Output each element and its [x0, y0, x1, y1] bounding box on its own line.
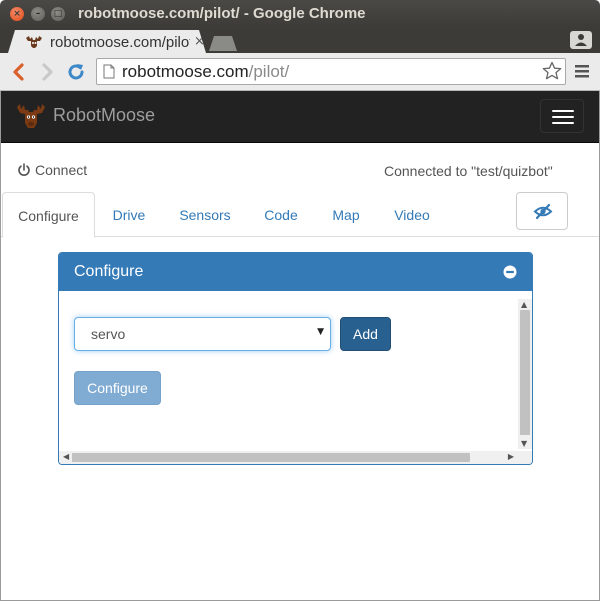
chevron-down-icon: ▼: [317, 327, 324, 337]
tab-code[interactable]: Code: [250, 192, 312, 237]
person-icon: [575, 34, 587, 46]
power-icon: [18, 163, 30, 176]
configure-button[interactable]: Configure: [74, 371, 161, 405]
panel-heading: Configure: [59, 253, 532, 291]
tab-video[interactable]: Video: [380, 192, 444, 237]
back-arrow-icon[interactable]: [8, 61, 30, 83]
url-host: robotmoose.com: [122, 62, 249, 81]
panel-body: servo ▼ Add Configure ▲ ▼ ◀ ▶: [59, 291, 532, 464]
tab-drive[interactable]: Drive: [98, 192, 160, 237]
navbar-toggle-button[interactable]: [540, 99, 584, 133]
reload-icon[interactable]: [65, 61, 87, 83]
tab-map[interactable]: Map: [317, 192, 375, 237]
tab-configure[interactable]: Configure: [2, 192, 95, 238]
moose-favicon-icon: [25, 36, 43, 49]
browser-tab-title: robotmoose.com/pilot/: [50, 34, 190, 51]
vertical-scrollbar[interactable]: ▲ ▼: [518, 299, 532, 449]
toggle-bar: [552, 122, 574, 124]
bookmark-star-icon[interactable]: [542, 61, 562, 81]
profile-button[interactable]: [570, 31, 592, 49]
app-navbar: RobotMoose: [0, 91, 600, 143]
toggle-bar: [552, 110, 574, 112]
pilot-tabs: Configure Drive Sensors Code Map Video: [0, 192, 600, 238]
brand-name[interactable]: RobotMoose: [53, 105, 155, 126]
url-text: robotmoose.com/pilot/: [122, 62, 289, 82]
forward-arrow-icon[interactable]: [36, 61, 58, 83]
page-icon: [103, 64, 115, 79]
window-close-button[interactable]: ×: [10, 7, 24, 21]
window-minimize-button[interactable]: –: [31, 7, 45, 21]
scroll-down-icon[interactable]: ▼: [521, 439, 527, 448]
connection-status: Connected to "test/quizbot": [384, 163, 553, 179]
eye-visibility-icon: [533, 203, 553, 220]
tab-close-icon[interactable]: ×: [194, 34, 205, 49]
browser-tab-active[interactable]: robotmoose.com/pilot/ ×: [8, 30, 206, 53]
configure-panel: Configure servo ▼ Add Configure ▲ ▼ ◀ ▶: [58, 252, 533, 465]
device-select[interactable]: servo ▼: [74, 317, 331, 351]
new-tab-button[interactable]: [209, 36, 237, 51]
visibility-toggle-button[interactable]: [516, 192, 568, 230]
browser-toolbar: robotmoose.com/pilot/: [0, 53, 600, 91]
scroll-up-icon[interactable]: ▲: [521, 300, 527, 309]
toggle-bar: [552, 116, 574, 118]
hamburger-menu-icon[interactable]: [574, 63, 590, 79]
window-title: robotmoose.com/pilot/ - Google Chrome: [78, 5, 366, 22]
connect-label: Connect: [35, 162, 88, 178]
scroll-corner: [518, 451, 532, 464]
vertical-scroll-thumb[interactable]: [520, 310, 530, 435]
url-path: /pilot/: [248, 62, 290, 81]
window-titlebar: × – □ robotmoose.com/pilot/ - Google Chr…: [0, 0, 600, 28]
scroll-right-icon[interactable]: ▶: [508, 452, 514, 461]
device-select-value: servo: [91, 326, 126, 342]
browser-tabstrip: robotmoose.com/pilot/ ×: [0, 28, 600, 53]
panel-title: Configure: [74, 263, 144, 280]
address-bar[interactable]: robotmoose.com/pilot/: [96, 58, 566, 85]
window-maximize-button[interactable]: □: [51, 7, 65, 21]
horizontal-scrollbar[interactable]: ◀ ▶: [59, 451, 518, 464]
minus-circle-icon[interactable]: [503, 265, 517, 279]
connect-button[interactable]: Connect: [17, 162, 87, 178]
tab-sensors[interactable]: Sensors: [165, 192, 245, 237]
moose-logo-icon[interactable]: [15, 103, 47, 131]
scroll-left-icon[interactable]: ◀: [63, 452, 69, 461]
horizontal-scroll-thumb[interactable]: [72, 453, 470, 462]
add-button[interactable]: Add: [340, 317, 391, 351]
